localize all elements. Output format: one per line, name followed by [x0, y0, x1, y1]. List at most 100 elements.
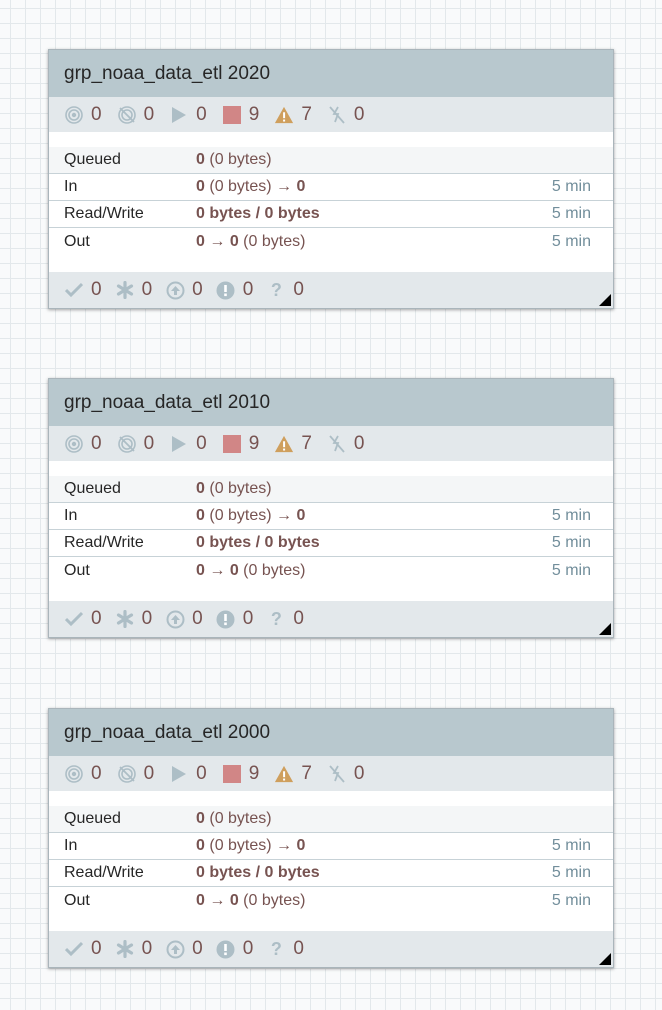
unknown-count: 0 [293, 938, 304, 959]
stop-icon [222, 434, 242, 454]
disabled-count: 0 [353, 103, 365, 125]
stop-icon [222, 105, 242, 125]
out-row: Out 0 → 0 (0 bytes) 5 min [49, 557, 613, 584]
transmitting-stat: 0 [64, 763, 102, 785]
process-group-card[interactable]: grp_noaa_data_etl 2000 0 0 0 9 7 0 Queue… [48, 708, 614, 968]
stats-table: Queued 0 (0 bytes) In 0 (0 bytes) → 0 5 … [49, 147, 613, 255]
out-label: Out [64, 891, 90, 909]
not-transmitting-stat: 0 [117, 103, 155, 126]
queued-row: Queued 0 (0 bytes) [49, 476, 613, 503]
play-icon [169, 764, 189, 784]
not-transmitting-count: 0 [143, 103, 155, 125]
stopped-stat: 9 [222, 433, 259, 455]
asterisk-icon [115, 939, 135, 959]
version-stats-bar: 0 0 0 0 ? 0 [49, 931, 613, 967]
invalid-count: 7 [301, 103, 312, 125]
transmitting-icon [64, 434, 84, 454]
in-row: In 0 (0 bytes) → 0 5 min [49, 503, 613, 530]
out-time: 5 min [551, 891, 591, 909]
out-row: Out 0 → 0 (0 bytes) 5 min [49, 887, 613, 914]
disabled-icon [327, 434, 347, 454]
invalid-count: 7 [301, 432, 312, 454]
out-label: Out [64, 232, 90, 250]
read-write-row: Read/Write 0 bytes / 0 bytes 5 min [49, 530, 613, 557]
play-icon [169, 434, 189, 454]
process-group-header[interactable]: grp_noaa_data_etl 2000 [49, 709, 613, 756]
read-write-row: Read/Write 0 bytes / 0 bytes 5 min [49, 860, 613, 887]
running-stat: 0 [169, 433, 207, 455]
resize-corner [599, 294, 611, 306]
unknown-stat: ? 0 [266, 608, 304, 630]
arrow-up-circle-icon [165, 939, 185, 959]
up-to-date-count: 0 [91, 279, 102, 300]
warning-icon [274, 764, 294, 784]
read-write-row: Read/Write 0 bytes / 0 bytes 5 min [49, 201, 613, 228]
stale-stat: 0 [165, 608, 203, 630]
out-label: Out [64, 561, 90, 579]
transmitting-stat: 0 [64, 104, 102, 126]
stats-table: Queued 0 (0 bytes) In 0 (0 bytes) → 0 5 … [49, 476, 613, 584]
running-count: 0 [196, 103, 207, 125]
queued-label: Queued [64, 151, 121, 168]
invalid-stat: 7 [274, 433, 312, 455]
process-group-header[interactable]: grp_noaa_data_etl 2020 [49, 50, 613, 97]
running-stat: 0 [169, 763, 207, 785]
disabled-stat: 0 [327, 103, 365, 126]
unknown-stat: ? 0 [266, 279, 304, 301]
transmitting-stat: 0 [64, 433, 102, 455]
disabled-stat: 0 [327, 433, 364, 455]
sync-failure-stat: 0 [216, 608, 253, 630]
queued-row: Queued 0 (0 bytes) [49, 806, 613, 833]
warning-icon [274, 105, 294, 125]
process-group-card[interactable]: grp_noaa_data_etl 2020 0 0 0 9 7 0 Queue… [48, 49, 614, 309]
sync-failure-stat: 0 [216, 938, 254, 960]
version-stats-bar: 0 0 0 0 ? 0 [49, 272, 613, 308]
stopped-count: 9 [248, 762, 260, 784]
up-to-date-stat: 0 [64, 608, 102, 630]
in-label: In [64, 837, 78, 854]
queued-value: 0 (0 bytes) [196, 810, 272, 827]
disabled-count: 0 [353, 762, 365, 784]
disabled-icon [327, 764, 347, 784]
component-stats-bar: 0 0 0 9 7 0 [49, 97, 613, 132]
in-time: 5 min [551, 837, 591, 854]
process-group-name: grp_noaa_data_etl 2010 [64, 391, 271, 413]
not-transmitting-stat: 0 [117, 432, 155, 455]
asterisk-icon [115, 280, 135, 300]
not-transmitting-icon [117, 764, 137, 784]
component-stats-bar: 0 0 0 9 7 0 [49, 426, 613, 461]
out-value: 0 → 0 (0 bytes) [196, 232, 306, 250]
process-group-header[interactable]: grp_noaa_data_etl 2010 [49, 379, 613, 426]
not-transmitting-stat: 0 [117, 763, 154, 785]
queued-label: Queued [64, 810, 121, 827]
process-group-card[interactable]: grp_noaa_data_etl 2010 0 0 0 9 7 0 Queue… [48, 378, 614, 638]
question-icon: ? [270, 279, 282, 300]
read-write-time: 5 min [551, 534, 591, 551]
disabled-stat: 0 [327, 762, 365, 785]
transmitting-icon [64, 105, 84, 125]
in-label: In [64, 507, 78, 524]
invalid-stat: 7 [274, 104, 312, 126]
running-stat: 0 [169, 104, 207, 126]
not-transmitting-count: 0 [143, 432, 155, 454]
out-time: 5 min [551, 232, 591, 250]
not-transmitting-icon [117, 105, 137, 125]
out-row: Out 0 → 0 (0 bytes) 5 min [49, 228, 613, 255]
read-write-time: 5 min [551, 864, 591, 881]
locally-modified-stat: 0 [115, 938, 152, 960]
read-write-time: 5 min [551, 205, 591, 222]
invalid-count: 7 [301, 762, 312, 784]
in-label: In [64, 178, 78, 195]
check-icon [64, 280, 84, 300]
process-group-name: grp_noaa_data_etl 2000 [64, 721, 271, 743]
queued-row: Queued 0 (0 bytes) [49, 147, 613, 174]
transmitting-icon [64, 764, 84, 784]
up-to-date-count: 0 [91, 608, 102, 629]
stale-stat: 0 [165, 938, 203, 960]
process-group-name: grp_noaa_data_etl 2020 [64, 62, 271, 84]
sync-failure-count: 0 [242, 938, 254, 959]
check-icon [64, 609, 84, 629]
arrow-up-circle-icon [165, 280, 185, 300]
exclamation-circle-icon [216, 280, 236, 300]
queued-label: Queued [64, 480, 121, 497]
